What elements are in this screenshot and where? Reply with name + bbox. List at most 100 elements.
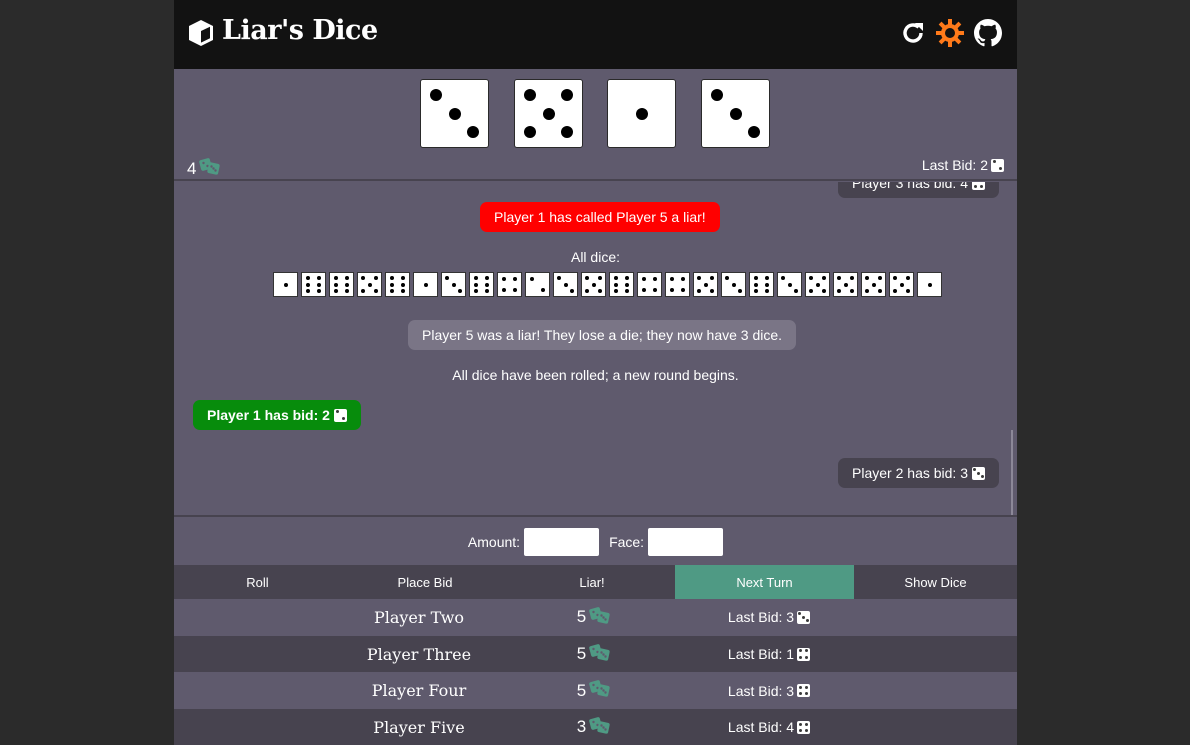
die-pip <box>905 276 910 281</box>
theme-button[interactable] <box>935 18 965 48</box>
die-pip <box>871 282 876 287</box>
player-last-bid: Last Bid: 1 <box>714 636 824 673</box>
player-dice-count-value: 5 <box>576 644 587 664</box>
player-dice-count: 5 <box>554 599 634 636</box>
die-pip <box>400 276 405 281</box>
die-pip <box>764 276 769 281</box>
die-pip <box>725 276 730 281</box>
die-pip <box>703 282 708 287</box>
header-bar: Liar's Dice <box>174 0 1017 69</box>
die-pip <box>787 282 792 287</box>
die-pip <box>641 276 646 281</box>
die-pip <box>523 126 536 139</box>
player-name: Player Three <box>366 644 472 664</box>
dice-icon <box>589 643 611 666</box>
amount-label: Amount: <box>467 534 521 550</box>
liar-button[interactable]: Liar! <box>509 565 675 599</box>
player-row: Player Two 5 Last Bid: 3 <box>174 599 1017 636</box>
die-pip <box>624 276 629 281</box>
die-pip <box>474 276 479 281</box>
die-pip <box>877 276 882 281</box>
die-pip <box>669 288 674 293</box>
die-pip <box>980 475 984 479</box>
liar-result-message: Player 5 was a liar! They lose a die; th… <box>408 320 797 350</box>
die-pip <box>569 288 574 293</box>
player-dice-count: 5 <box>554 636 634 673</box>
revealed-die <box>665 272 690 297</box>
die-pip <box>316 282 321 287</box>
revealed-die <box>693 272 718 297</box>
die-pip <box>893 276 898 281</box>
my-die <box>514 79 583 148</box>
die-pip <box>513 276 518 281</box>
die-pip <box>283 282 288 287</box>
revealed-die <box>777 272 802 297</box>
die-pip <box>334 288 339 293</box>
place-bid-button[interactable]: Place Bid <box>341 565 509 599</box>
player-dice-count-value: 5 <box>576 680 587 700</box>
die-pip <box>367 282 372 287</box>
die-pip <box>798 655 802 659</box>
revealed-die <box>637 272 662 297</box>
die-pip <box>805 722 809 726</box>
die-pip <box>641 288 646 293</box>
player-row: Player Three 5 Last Bid: 1 <box>174 635 1017 673</box>
die-pip <box>681 288 686 293</box>
bid-face-die-icon <box>797 684 811 698</box>
die-pip <box>729 107 742 120</box>
die-pip <box>681 276 686 281</box>
next-turn-button[interactable]: Next Turn <box>675 565 854 599</box>
log-message-text: Player 1 has called Player 5 a liar! <box>494 209 706 225</box>
die-pip <box>423 282 428 287</box>
die-pip <box>798 729 802 733</box>
die-pip <box>798 649 802 653</box>
show-dice-button[interactable]: Show Dice <box>854 565 1017 599</box>
die-pip <box>373 288 378 293</box>
revealed-die <box>497 272 522 297</box>
dice-icon <box>199 157 221 180</box>
player-last-bid-label: Last Bid: 3 <box>727 682 795 699</box>
die-pip <box>334 282 339 287</box>
liar-call-message: Player 1 has called Player 5 a liar! <box>480 202 720 232</box>
die-pip <box>585 276 590 281</box>
die-pip <box>591 282 596 287</box>
github-icon <box>974 19 1002 47</box>
dice-icon <box>589 716 611 739</box>
die-pip <box>821 276 826 281</box>
player-last-bid-label: Last Bid: 4 <box>727 719 795 736</box>
die-pip <box>877 288 882 293</box>
amount-input[interactable] <box>524 528 600 556</box>
die-pip <box>614 276 619 281</box>
die-pip <box>849 276 854 281</box>
player-last-bid-label: Last Bid: 3 <box>727 609 795 626</box>
my-last-bid: Last Bid: 2 <box>922 157 1004 173</box>
my-die <box>701 79 770 148</box>
refresh-icon <box>903 23 923 43</box>
revealed-die <box>805 272 830 297</box>
die-pip <box>429 88 442 101</box>
new-round-message: All dice have been rolled; a new round b… <box>452 367 739 383</box>
restart-button[interactable] <box>898 18 928 48</box>
message-log[interactable]: Player 3 has bid: 4 Player 1 has called … <box>174 182 1017 517</box>
bid-face-die-icon <box>972 466 985 480</box>
die-pip <box>731 282 736 287</box>
die-pip <box>710 88 723 101</box>
revealed-die <box>861 272 886 297</box>
revealed-die <box>357 272 382 297</box>
die-pip <box>542 107 555 120</box>
die-pip <box>484 282 489 287</box>
die-pip <box>709 288 714 293</box>
face-input[interactable] <box>648 528 724 556</box>
die-pip <box>805 619 809 623</box>
action-buttons: Roll Place Bid Liar! Next Turn Show Dice <box>174 565 1017 599</box>
die-pip <box>798 692 802 696</box>
die-pip <box>344 282 349 287</box>
die-pip <box>316 288 321 293</box>
roll-button[interactable]: Roll <box>174 565 341 599</box>
github-button[interactable] <box>973 18 1003 48</box>
revealed-die <box>749 272 774 297</box>
log-scrollbar[interactable] <box>1011 430 1013 515</box>
log-message-text: Player 2 has bid: 3 <box>852 465 968 481</box>
my-bid-message: Player 1 has bid: 2 <box>193 400 361 430</box>
die-pip <box>316 276 321 281</box>
